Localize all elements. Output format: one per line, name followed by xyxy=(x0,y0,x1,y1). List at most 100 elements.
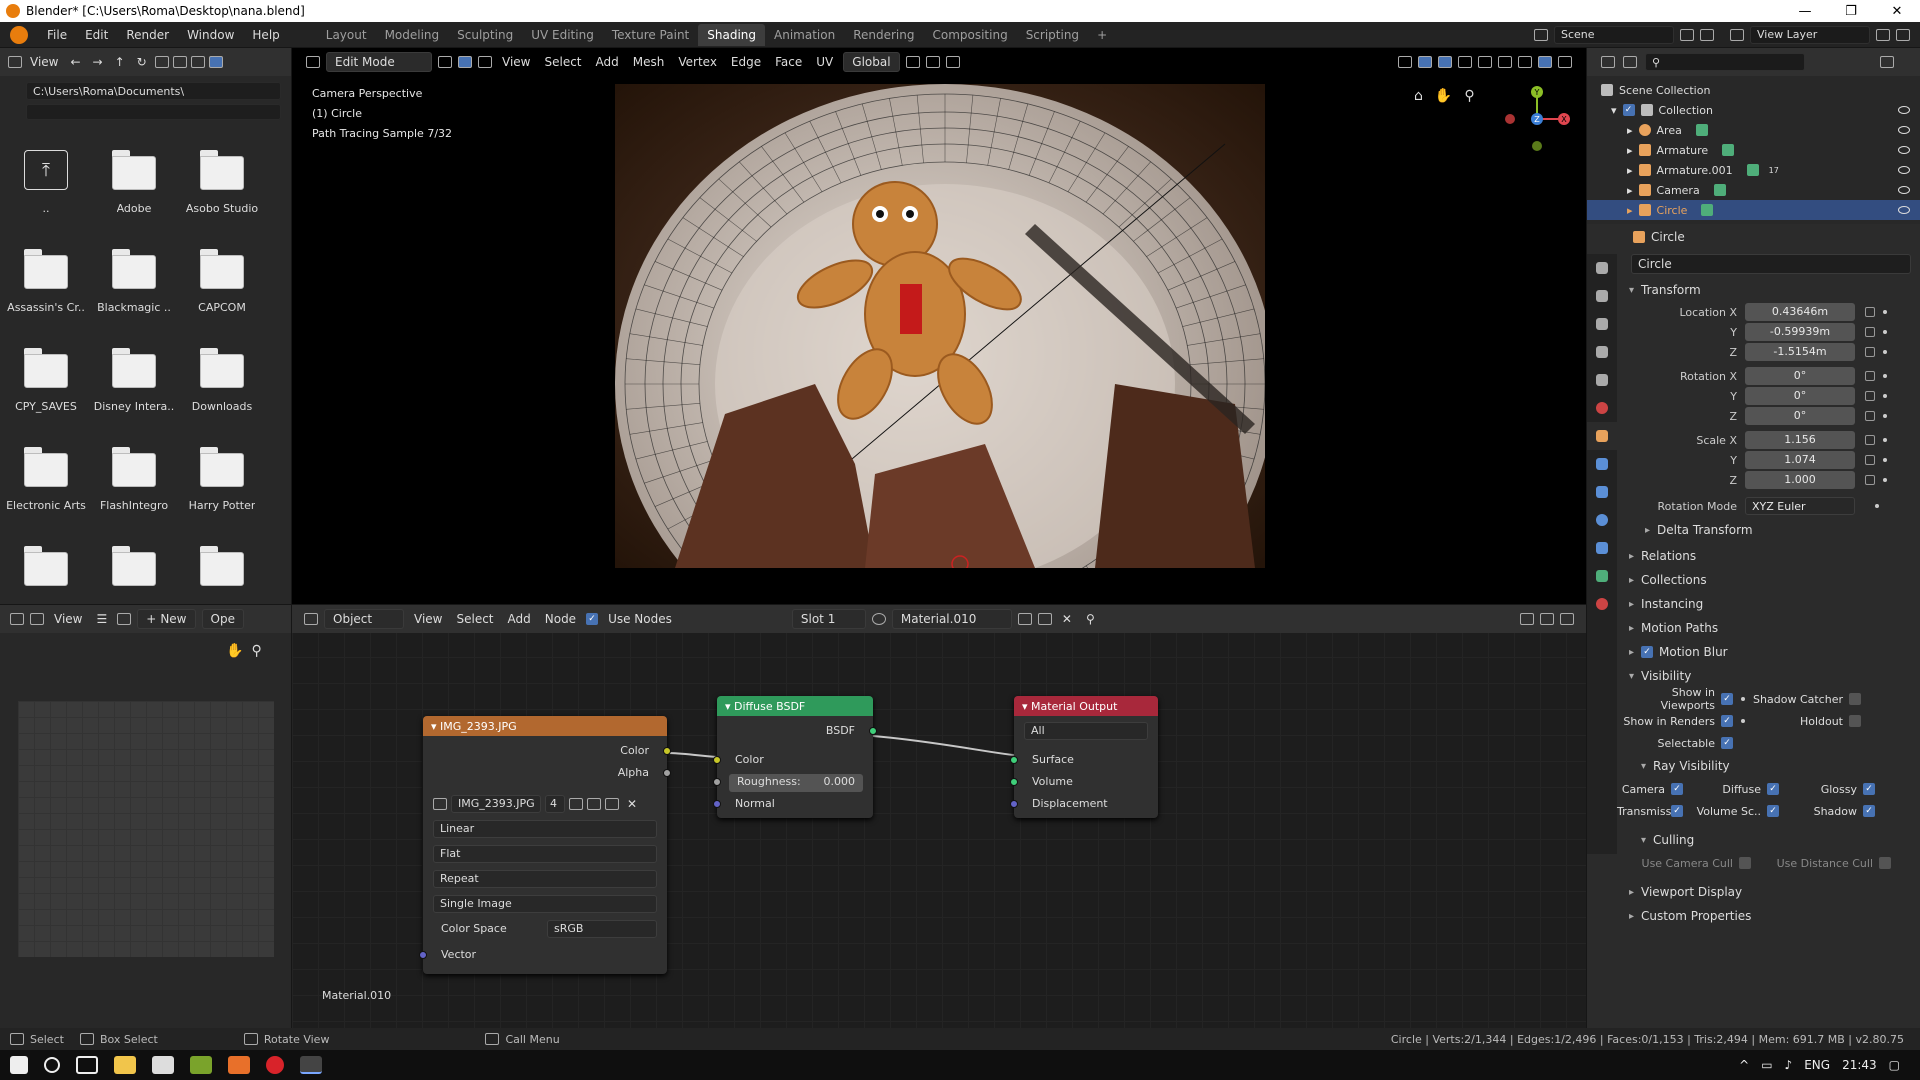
file-item[interactable]: Asobo Studio xyxy=(178,144,266,243)
tab-layout[interactable]: Layout xyxy=(317,24,376,46)
scene-collection-row[interactable]: Scene Collection xyxy=(1587,80,1920,100)
opera-icon[interactable] xyxy=(266,1056,284,1074)
tab-scripting[interactable]: Scripting xyxy=(1017,24,1088,46)
scale-y-field[interactable]: 1.074 xyxy=(1745,451,1855,469)
zoom-icon[interactable]: ⚲ xyxy=(1464,88,1474,104)
holdout-checkbox[interactable] xyxy=(1849,715,1861,727)
new-scene-icon[interactable] xyxy=(1680,28,1694,41)
lock-icon[interactable] xyxy=(1865,391,1875,401)
file-item[interactable]: CAPCOM xyxy=(178,243,266,342)
section-ray-visibility[interactable]: ▾ Ray Visibility xyxy=(1617,754,1920,778)
visibility-eye-icon[interactable] xyxy=(1898,186,1910,194)
shadow-catcher-checkbox[interactable] xyxy=(1849,693,1861,705)
tab-rendering[interactable]: Rendering xyxy=(844,24,923,46)
outliner-search-input[interactable]: ⚲ xyxy=(1645,53,1805,71)
section-relations[interactable]: ▸ Relations xyxy=(1617,544,1920,568)
section-delta-transform[interactable]: ▸ Delta Transform xyxy=(1617,516,1920,544)
task-view-icon[interactable] xyxy=(76,1056,98,1074)
directory-path-field[interactable]: C:\Users\Roma\Documents\ xyxy=(26,82,281,100)
tab-animation[interactable]: Animation xyxy=(765,24,844,46)
outliner-item-area[interactable]: ▸ Area xyxy=(1587,120,1920,140)
keyframe-dot-icon[interactable] xyxy=(1883,478,1887,482)
language-indicator[interactable]: ENG xyxy=(1804,1058,1830,1072)
menu-edit[interactable]: Edit xyxy=(76,28,117,42)
image-texture-node[interactable]: ▾ IMG_2393.JPG Color Alpha IMG_2393.JPG … xyxy=(419,716,671,974)
open-image-button[interactable]: Ope xyxy=(201,609,244,629)
viewport-menu-view[interactable]: View xyxy=(498,55,534,69)
image-name-field[interactable]: IMG_2393.JPG xyxy=(451,795,541,813)
tab-physics[interactable] xyxy=(1587,506,1617,534)
blender-menu-icon[interactable] xyxy=(10,25,28,44)
tab-constraints[interactable] xyxy=(1587,534,1617,562)
minimize-button[interactable]: — xyxy=(1782,4,1828,19)
pivot-icon[interactable] xyxy=(905,56,920,68)
expand-arrow-icon[interactable]: ▾ xyxy=(1611,104,1617,117)
scale-x-field[interactable]: 1.156 xyxy=(1745,431,1855,449)
rendered-shading-icon[interactable] xyxy=(1538,56,1552,68)
keyframe-dot-icon[interactable] xyxy=(1883,350,1887,354)
menu-render[interactable]: Render xyxy=(117,28,178,42)
tab-sculpting[interactable]: Sculpting xyxy=(448,24,522,46)
viewport-menu-add[interactable]: Add xyxy=(592,55,623,69)
new-view-layer-icon[interactable] xyxy=(1876,28,1890,41)
lock-icon[interactable] xyxy=(1865,327,1875,337)
distance-cull-checkbox[interactable] xyxy=(1879,857,1891,869)
ray-diffuse-checkbox[interactable]: ✓ xyxy=(1767,783,1779,795)
zoom-icon[interactable]: ⚲ xyxy=(251,643,261,659)
keyframe-dot-icon[interactable] xyxy=(1883,438,1887,442)
windows-start-icon[interactable] xyxy=(10,1056,28,1074)
displacement-input-socket[interactable] xyxy=(1010,800,1018,808)
open-folder-icon[interactable] xyxy=(605,798,619,810)
new-folder-icon[interactable] xyxy=(154,56,169,68)
notifications-icon[interactable]: ▢ xyxy=(1889,1058,1900,1072)
wireframe-shading-icon[interactable] xyxy=(1478,56,1492,68)
back-arrow-icon[interactable]: ← xyxy=(66,55,84,69)
keyframe-dot-icon[interactable] xyxy=(1883,394,1887,398)
color-space-dropdown[interactable]: sRGB xyxy=(547,920,657,938)
filter-icon[interactable] xyxy=(1880,56,1894,68)
file-item[interactable]: ⤒.. xyxy=(2,144,90,243)
section-culling[interactable]: ▾ Culling xyxy=(1617,828,1920,852)
clock[interactable]: 21:43 xyxy=(1842,1058,1877,1072)
3d-viewport[interactable]: Edit Mode View Select Add Mesh Vertex Ed… xyxy=(292,48,1586,604)
vector-input-socket[interactable] xyxy=(419,951,427,959)
display-mode-icon[interactable] xyxy=(1623,56,1637,68)
app-icon[interactable] xyxy=(190,1056,212,1074)
camera-cull-checkbox[interactable] xyxy=(1739,857,1751,869)
tab-compositing[interactable]: Compositing xyxy=(923,24,1016,46)
roughness-slider[interactable]: Roughness: 0.000 xyxy=(729,774,863,792)
forward-arrow-icon[interactable]: → xyxy=(89,55,107,69)
section-viewport-display[interactable]: ▸ Viewport Display xyxy=(1617,880,1920,904)
sort-icon[interactable] xyxy=(208,56,223,68)
motion-blur-checkbox[interactable]: ✓ xyxy=(1641,646,1653,658)
collection-row[interactable]: ▾ ✓ Collection xyxy=(1587,100,1920,120)
tab-render[interactable] xyxy=(1587,282,1617,310)
shader-node-editor[interactable]: Object View Select Add Node ✓ Use Nodes … xyxy=(292,604,1586,1028)
face-select-icon[interactable] xyxy=(478,56,492,68)
network-icon[interactable]: ▭ xyxy=(1761,1058,1772,1072)
tab-modifiers[interactable] xyxy=(1587,450,1617,478)
add-workspace-button[interactable]: + xyxy=(1088,24,1116,46)
volume-icon[interactable]: ♪ xyxy=(1785,1058,1793,1072)
lock-icon[interactable] xyxy=(1865,435,1875,445)
lock-icon[interactable] xyxy=(1865,347,1875,357)
edge-select-icon[interactable] xyxy=(458,56,472,68)
source-dropdown[interactable]: Single Image xyxy=(433,895,657,913)
image-browse-icon[interactable] xyxy=(117,613,132,625)
gizmo-icon[interactable] xyxy=(1418,56,1432,68)
viewport-menu-mesh[interactable]: Mesh xyxy=(629,55,669,69)
location-y-field[interactable]: -0.59939m xyxy=(1745,323,1855,341)
image-node-header[interactable]: ▾ IMG_2393.JPG xyxy=(423,716,667,736)
navigation-gizmo[interactable]: Y X Z xyxy=(1502,84,1572,154)
outliner-item-circle[interactable]: ▸ Circle xyxy=(1587,200,1920,220)
diffuse-node-header[interactable]: ▾ Diffuse BSDF xyxy=(717,696,873,716)
mode-dropdown[interactable]: Edit Mode xyxy=(326,52,432,72)
keyframe-dot-icon[interactable] xyxy=(1883,374,1887,378)
file-browser-view-menu[interactable]: View xyxy=(26,55,62,69)
pan-hand-icon[interactable]: ✋ xyxy=(226,643,243,659)
snap-icon[interactable] xyxy=(925,56,940,68)
viewport-menu-face[interactable]: Face xyxy=(771,55,806,69)
rotation-z-field[interactable]: 0° xyxy=(1745,407,1855,425)
tray-arrow-icon[interactable]: ^ xyxy=(1739,1058,1749,1072)
file-item[interactable]: Assassin's Cr.. xyxy=(2,243,90,342)
